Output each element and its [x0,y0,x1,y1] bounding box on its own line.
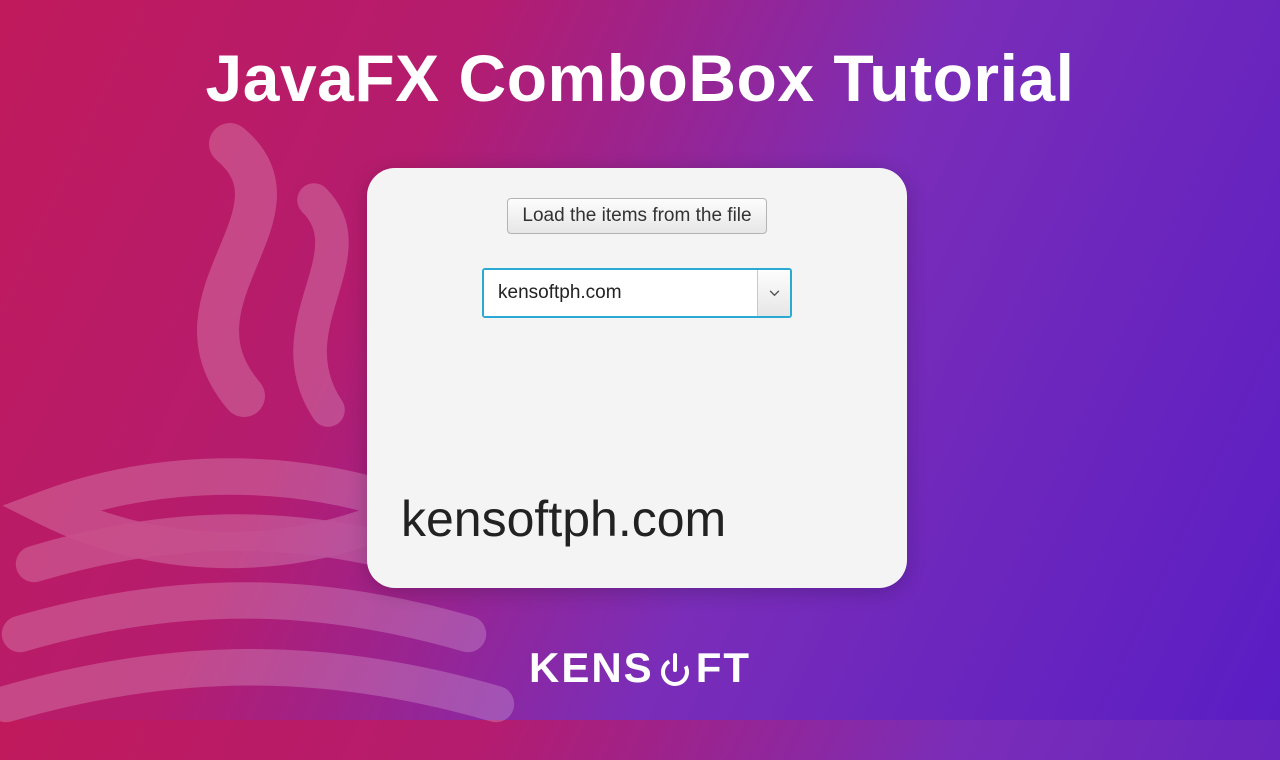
brand-text-suffix: FT [696,644,751,692]
load-items-button[interactable]: Load the items from the file [507,198,766,234]
combobox[interactable] [482,268,792,318]
output-label: kensoftph.com [401,490,726,548]
brand-logo: KENS FT [0,644,1280,692]
app-panel: Load the items from the file kensoftph.c… [367,168,907,588]
page-title: JavaFX ComboBox Tutorial [0,40,1280,116]
combobox-input[interactable] [484,270,757,316]
power-icon [657,650,693,686]
chevron-down-icon [769,284,780,302]
combobox-arrow-button[interactable] [757,270,790,316]
brand-text-prefix: KENS [529,644,654,692]
